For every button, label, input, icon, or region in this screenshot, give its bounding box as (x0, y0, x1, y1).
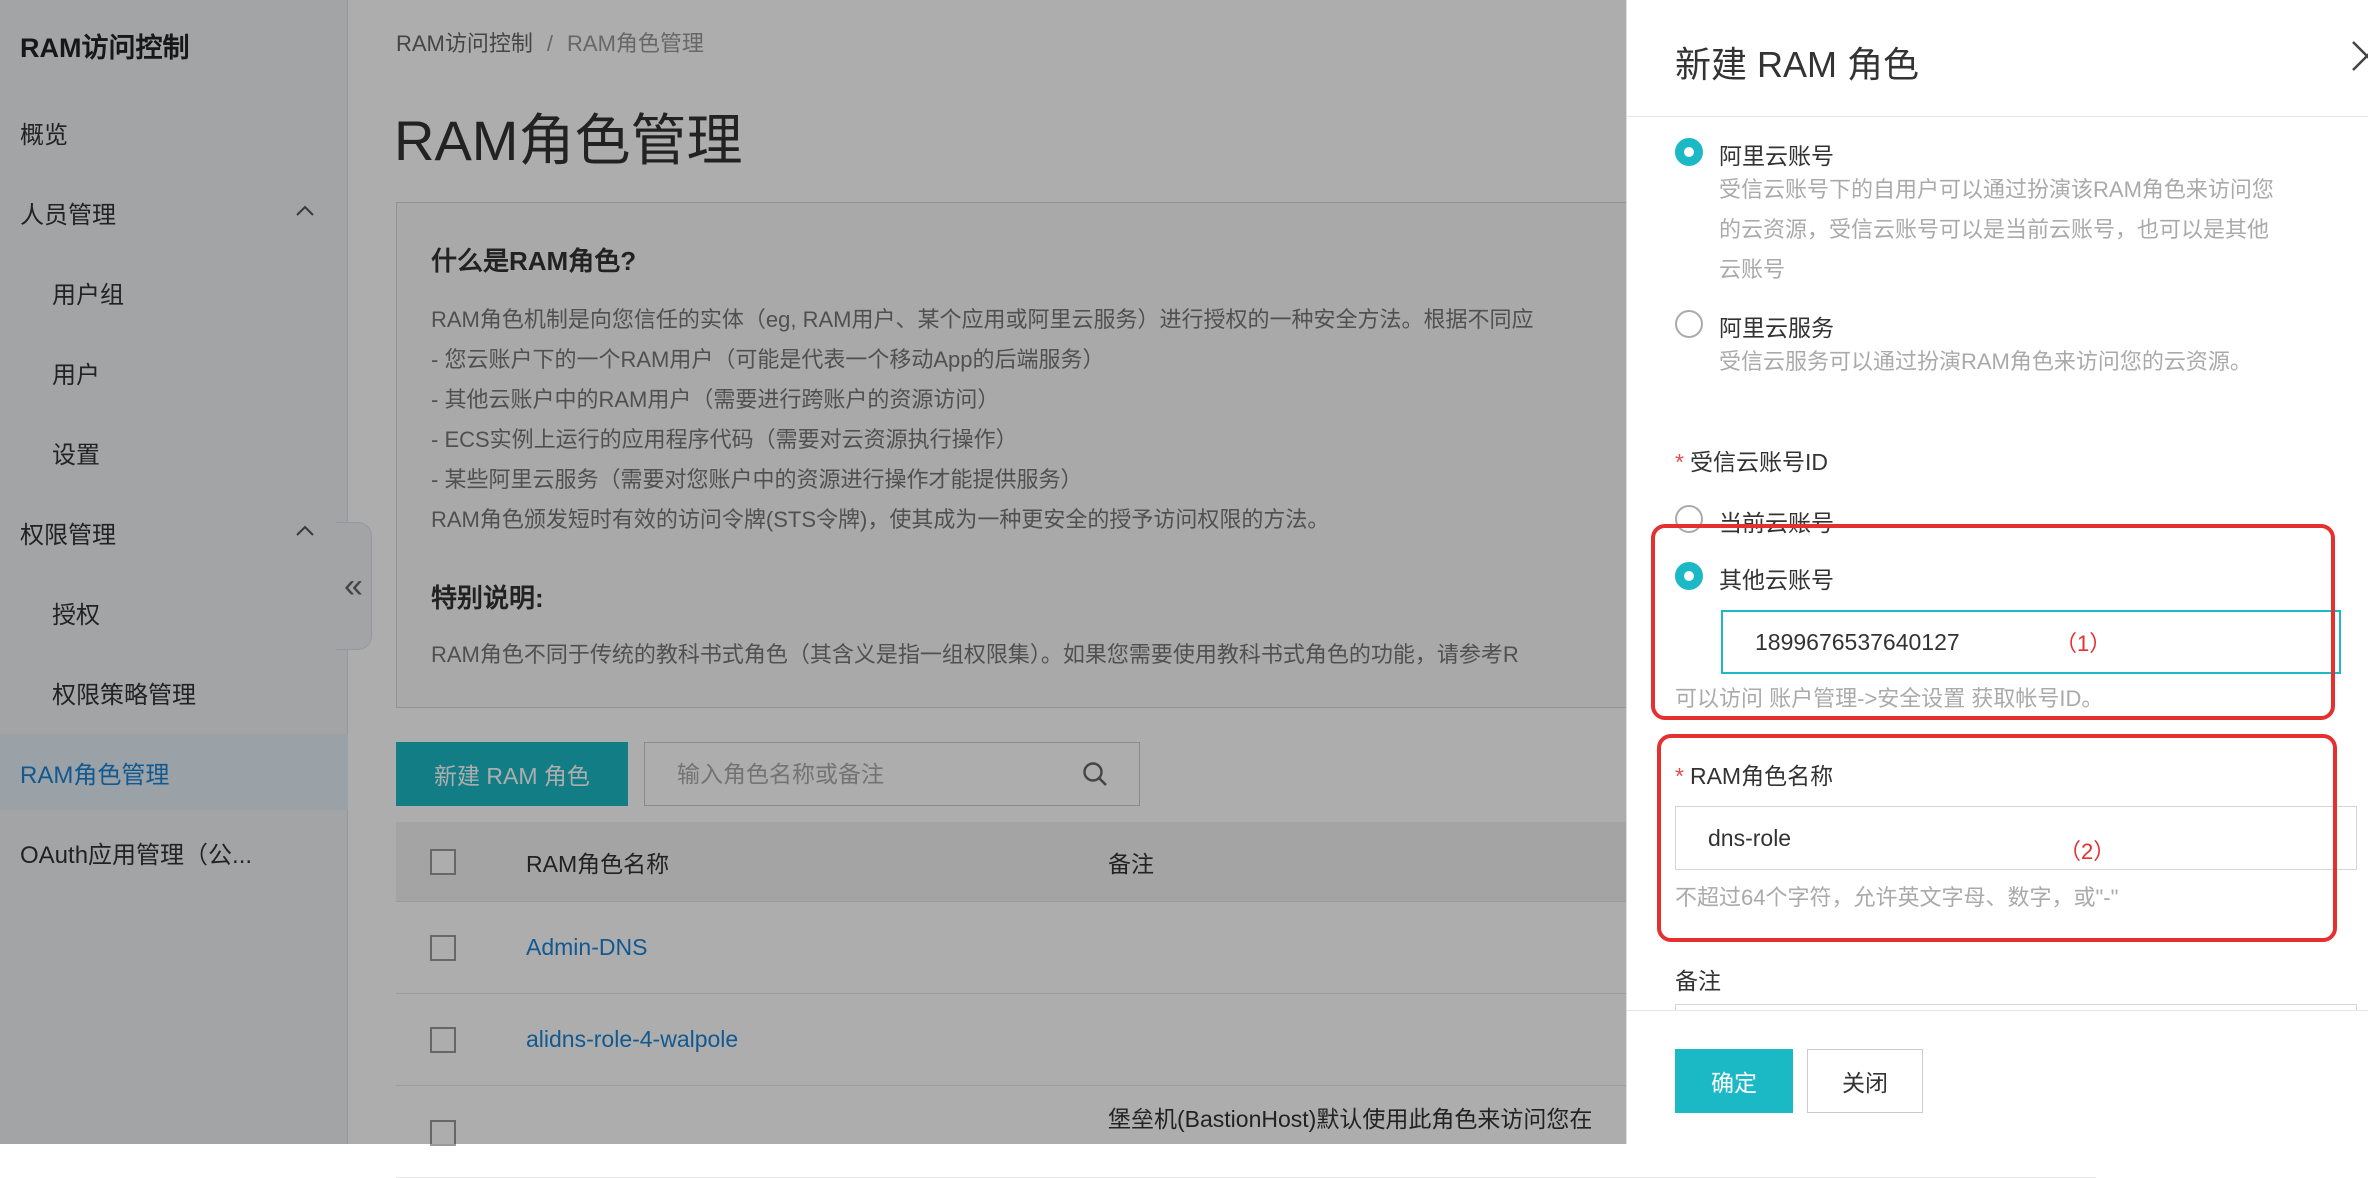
drawer-title: 新建 RAM 角色 (1675, 44, 1920, 85)
highlight-box-1 (1651, 524, 2335, 720)
create-role-drawer: 新建 RAM 角色 阿里云账号 受信云账号下的自用户可以通过扮演该RAM角色来访… (1626, 0, 2368, 1144)
option-desc-line: 受信云账号下的自用户可以通过扮演该RAM角色来访问您 (1719, 177, 2274, 202)
radio-aliyun-service[interactable] (1675, 310, 1703, 338)
option-desc-line: 云账号 (1719, 257, 1786, 282)
option-label: 阿里云账号 (1719, 143, 1834, 169)
option-desc-line: 受信云服务可以通过扮演RAM角色来访问您的云资源。 (1719, 349, 2252, 374)
close-button[interactable]: 关闭 (1807, 1049, 1923, 1113)
note-label: 备注 (1675, 968, 1721, 994)
option-desc-line: 的云资源，受信云账号可以是当前云账号，也可以是其他 (1719, 217, 2270, 242)
modal-overlay[interactable] (0, 0, 1626, 1144)
radio-aliyun-account[interactable] (1675, 138, 1703, 166)
drawer-divider (1627, 116, 2368, 117)
option-desc: 受信云账号下的自用户可以通过扮演该RAM角色来访问您 的云资源，受信云账号可以是… (1719, 170, 2274, 290)
highlight-box-2 (1657, 734, 2337, 942)
close-icon[interactable] (2347, 36, 2368, 76)
drawer-footer: 确定 关闭 (1627, 1010, 2368, 1144)
field-label-text: 受信云账号ID (1689, 449, 1828, 475)
option-label: 阿里云服务 (1719, 315, 1834, 341)
confirm-button[interactable]: 确定 (1675, 1049, 1793, 1113)
required-mark: * (1675, 449, 1684, 475)
account-id-label: * 受信云账号ID (1675, 443, 1828, 477)
option-desc: 受信云服务可以通过扮演RAM角色来访问您的云资源。 (1719, 342, 2252, 382)
